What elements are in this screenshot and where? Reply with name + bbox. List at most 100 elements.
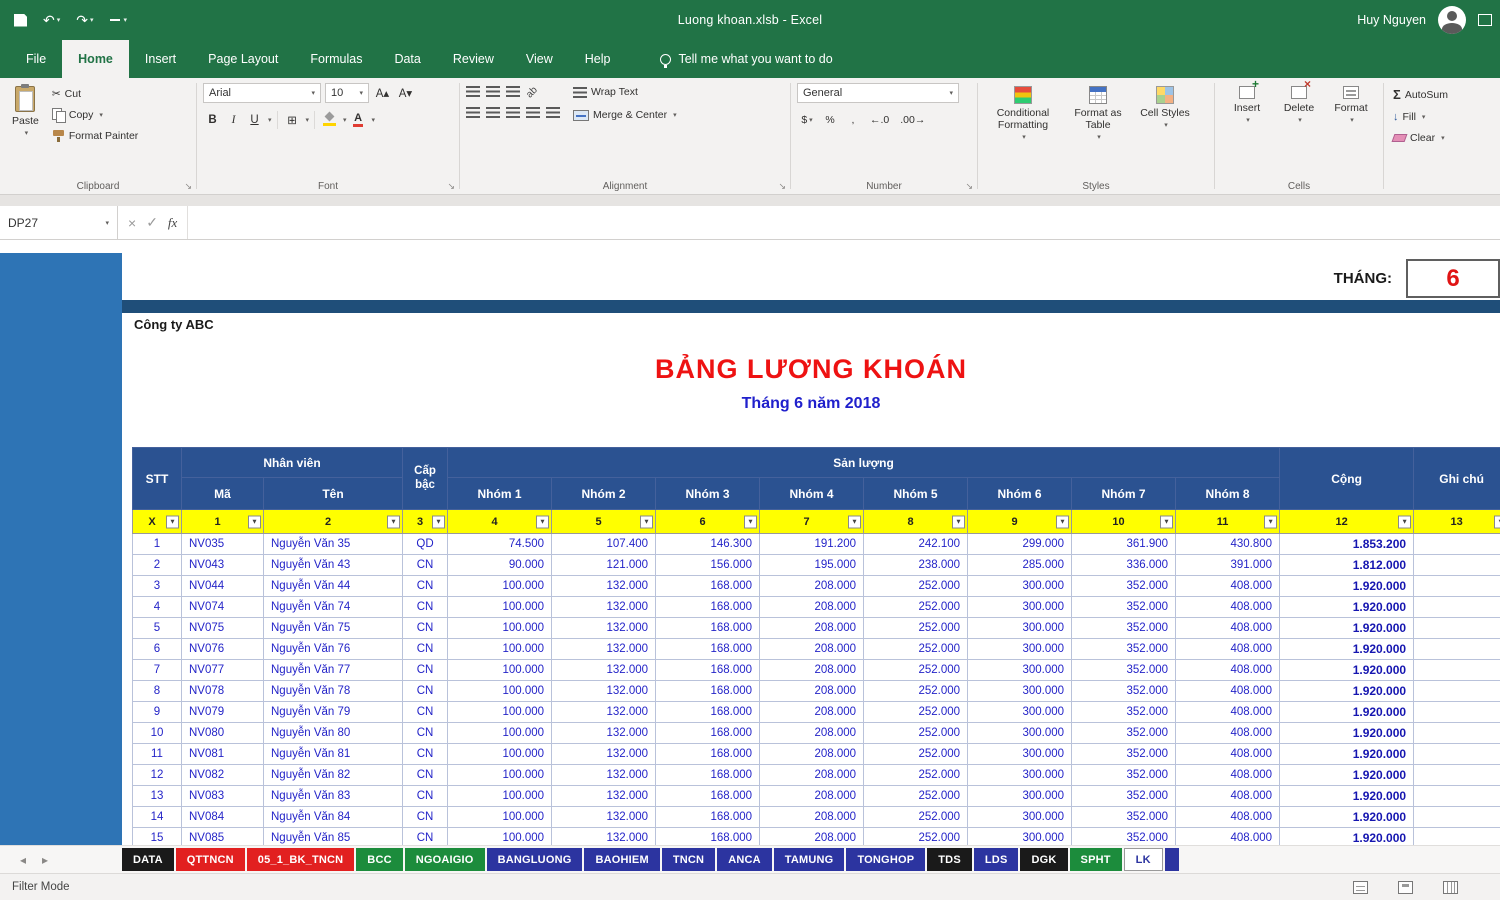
- percent-style-button[interactable]: %: [820, 110, 840, 129]
- cell-cong[interactable]: 1.920.000: [1279, 659, 1415, 681]
- cell-cong[interactable]: 1.920.000: [1279, 638, 1415, 660]
- filter-dropdown-icon[interactable]: ▾: [248, 515, 261, 528]
- italic-button[interactable]: I: [224, 110, 243, 129]
- insert-cells-button[interactable]: Insert ▾: [1221, 78, 1273, 128]
- cell-nhom-8[interactable]: 408.000: [1175, 743, 1281, 765]
- cell-nhom-8[interactable]: 408.000: [1175, 701, 1281, 723]
- cell-nhom-3[interactable]: 168.000: [655, 617, 761, 639]
- cell-nhom-1[interactable]: 100.000: [447, 680, 553, 702]
- chevron-down-icon[interactable]: ▾: [372, 116, 376, 124]
- cell-nhom-3[interactable]: 168.000: [655, 575, 761, 597]
- filter-dropdown-icon[interactable]: ▾: [1494, 515, 1500, 528]
- filter-dropdown-icon[interactable]: ▾: [387, 515, 401, 528]
- filter-dropdown-icon[interactable]: ▾: [166, 515, 179, 528]
- cell-ghi-chu[interactable]: [1413, 638, 1500, 660]
- cell-nhom-7[interactable]: 352.000: [1071, 659, 1177, 681]
- sheet-tab-qttncn[interactable]: QTTNCN: [175, 848, 245, 871]
- cell-ten[interactable]: Nguyễn Văn 75: [262, 617, 404, 639]
- font-family-select[interactable]: Arial ▾: [203, 83, 321, 103]
- cell-nhom-8[interactable]: 408.000: [1175, 785, 1281, 807]
- filter-cell-6[interactable]: 6 ▾: [655, 509, 761, 534]
- customize-qat-button[interactable]: ▾: [109, 16, 127, 24]
- sheet-tab-spht[interactable]: SPHT: [1069, 848, 1122, 871]
- cell-nhom-3[interactable]: 156.000: [655, 554, 761, 576]
- filter-cell-4[interactable]: 4 ▾: [447, 509, 553, 534]
- cell-ma[interactable]: NV085: [181, 827, 264, 845]
- cell-nhom-3[interactable]: 168.000: [655, 743, 761, 765]
- cell-nhom-7[interactable]: 352.000: [1071, 785, 1177, 807]
- cell-ghi-chu[interactable]: [1413, 680, 1500, 702]
- cell-nhom-6[interactable]: 300.000: [967, 638, 1073, 660]
- cell-stt[interactable]: 12: [132, 764, 182, 786]
- cell-cong[interactable]: 1.920.000: [1279, 722, 1415, 744]
- cell-cap-bac[interactable]: CN: [402, 827, 449, 845]
- font-size-select[interactable]: 10 ▾: [325, 83, 369, 103]
- cell-cap-bac[interactable]: QD: [402, 533, 449, 555]
- cell-nhom-6[interactable]: 300.000: [967, 827, 1073, 845]
- cell-nhom-1[interactable]: 100.000: [447, 701, 553, 723]
- cell-nhom-2[interactable]: 132.000: [551, 617, 657, 639]
- cell-ghi-chu[interactable]: [1413, 554, 1500, 576]
- cell-nhom-2[interactable]: 132.000: [551, 743, 657, 765]
- name-box-dropdown-icon[interactable]: ▾: [105, 219, 109, 227]
- cell-nhom-1[interactable]: 100.000: [447, 785, 553, 807]
- cell-nhom-3[interactable]: 168.000: [655, 827, 761, 845]
- cell-nhom-5[interactable]: 252.000: [863, 638, 969, 660]
- cell-nhom-3[interactable]: 168.000: [655, 722, 761, 744]
- cell-cap-bac[interactable]: CN: [402, 785, 449, 807]
- decrease-font-button[interactable]: A▾: [396, 84, 415, 103]
- filter-cell-12[interactable]: 12 ▾: [1279, 509, 1415, 534]
- borders-button[interactable]: ⊞: [283, 110, 302, 129]
- underline-button[interactable]: U: [245, 110, 264, 129]
- copy-button[interactable]: Copy ▾: [49, 106, 141, 123]
- wrap-text-button[interactable]: Wrap Text: [570, 84, 680, 100]
- cell-cong[interactable]: 1.853.200: [1279, 533, 1415, 555]
- cell-nhom-8[interactable]: 408.000: [1175, 638, 1281, 660]
- align-right-button[interactable]: [506, 107, 520, 118]
- chevron-down-icon[interactable]: ▾: [268, 116, 272, 124]
- cell-cong[interactable]: 1.920.000: [1279, 680, 1415, 702]
- sheet-tab-data[interactable]: DATA: [122, 848, 174, 871]
- cell-nhom-5[interactable]: 252.000: [863, 659, 969, 681]
- filter-dropdown-icon[interactable]: ▾: [848, 515, 862, 528]
- report-subtitle[interactable]: Tháng 6 năm 2018: [122, 395, 1500, 413]
- cancel-formula-button[interactable]: ×: [128, 215, 136, 231]
- merge-center-button[interactable]: Merge & Center ▾: [570, 107, 680, 123]
- cell-cap-bac[interactable]: CN: [402, 701, 449, 723]
- cell-ten[interactable]: Nguyễn Văn 80: [262, 722, 404, 744]
- cell-stt[interactable]: 4: [132, 596, 182, 618]
- cell-ghi-chu[interactable]: [1413, 575, 1500, 597]
- cell-cap-bac[interactable]: CN: [402, 680, 449, 702]
- cell-styles-button[interactable]: Cell Styles ▾: [1134, 83, 1196, 133]
- cell-nhom-8[interactable]: 408.000: [1175, 680, 1281, 702]
- cell-ma[interactable]: NV083: [181, 785, 264, 807]
- sheet-tab-dgk[interactable]: DGK: [1020, 848, 1068, 871]
- cell-stt[interactable]: 7: [132, 659, 182, 681]
- cell-nhom-1[interactable]: 100.000: [447, 743, 553, 765]
- cell-cong[interactable]: 1.920.000: [1279, 596, 1415, 618]
- cell-nhom-4[interactable]: 208.000: [759, 701, 865, 723]
- cell-nhom-4[interactable]: 208.000: [759, 743, 865, 765]
- cell-stt[interactable]: 2: [132, 554, 182, 576]
- align-left-button[interactable]: [466, 107, 480, 118]
- chevron-down-icon[interactable]: ▾: [343, 116, 347, 124]
- cell-nhom-7[interactable]: 352.000: [1071, 743, 1177, 765]
- cell-ten[interactable]: Nguyễn Văn 81: [262, 743, 404, 765]
- cell-nhom-2[interactable]: 132.000: [551, 659, 657, 681]
- increase-font-button[interactable]: A▴: [373, 84, 392, 103]
- cell-nhom-1[interactable]: 90.000: [447, 554, 553, 576]
- cell-stt[interactable]: 9: [132, 701, 182, 723]
- sheet-tab-anca[interactable]: ANCA: [717, 848, 772, 871]
- format-as-table-button[interactable]: Format as Table ▾: [1062, 83, 1134, 145]
- filter-cell-13[interactable]: 13 ▾: [1413, 509, 1500, 534]
- cell-ghi-chu[interactable]: [1413, 701, 1500, 723]
- cell-nhom-2[interactable]: 132.000: [551, 806, 657, 828]
- cell-nhom-6[interactable]: 300.000: [967, 806, 1073, 828]
- name-box[interactable]: DP27 ▾: [0, 206, 118, 239]
- cell-nhom-8[interactable]: 408.000: [1175, 827, 1281, 845]
- cell-nhom-6[interactable]: 300.000: [967, 701, 1073, 723]
- accounting-format-button[interactable]: $ ▾: [797, 110, 817, 129]
- sheet-tab-lk[interactable]: LK: [1123, 848, 1163, 871]
- cell-nhom-6[interactable]: 300.000: [967, 617, 1073, 639]
- filter-cell-X[interactable]: X ▾: [132, 509, 182, 534]
